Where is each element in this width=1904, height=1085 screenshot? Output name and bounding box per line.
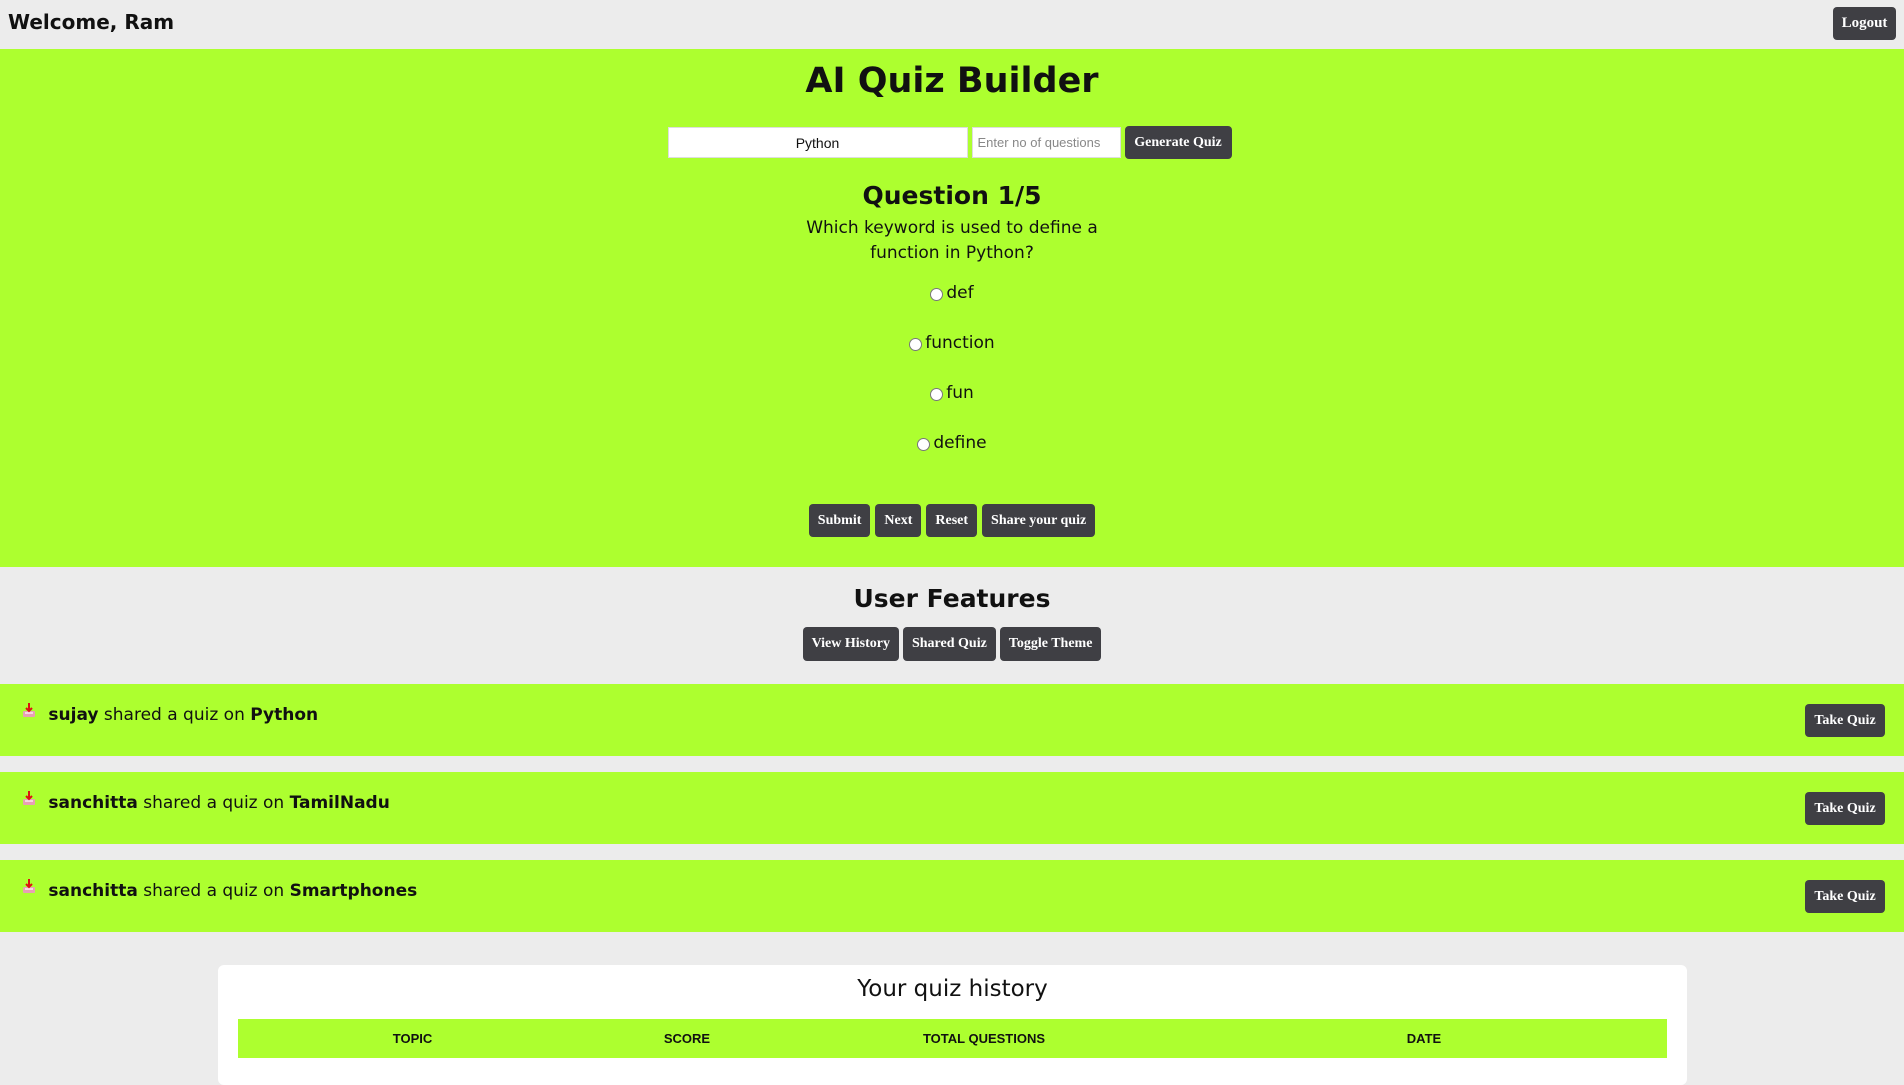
user-features: User Features View History Shared Quiz T… (0, 567, 1904, 684)
option-radio[interactable] (909, 338, 923, 351)
history-table: TOPIC SCORE TOTAL QUESTIONS DATE (238, 1019, 1667, 1058)
shared-user: sanchitta (48, 793, 138, 813)
shared-quiz-item: sanchitta shared a quiz on TamilNadu Tak… (0, 772, 1904, 844)
option-def[interactable]: def (0, 283, 1904, 333)
column-header-score: SCORE (587, 1019, 787, 1058)
shared-middle: shared a quiz on (143, 793, 285, 813)
option-radio[interactable] (917, 438, 931, 451)
shared-quiz-text: sujay shared a quiz on Python (23, 703, 319, 725)
shared-quiz-button[interactable]: Shared Quiz (902, 627, 996, 661)
shared-topic: TamilNadu (289, 793, 390, 813)
shared-topic: Smartphones (289, 881, 418, 901)
take-quiz-button[interactable]: Take Quiz (1805, 880, 1885, 913)
quiz-history-card: Your quiz history TOPIC SCORE TOTAL QUES… (218, 965, 1687, 1085)
shared-user: sujay (48, 705, 99, 725)
app-title: AI Quiz Builder (805, 61, 1099, 101)
shared-user: sanchitta (48, 881, 138, 901)
shared-topic: Python (250, 705, 319, 725)
topic-input[interactable] (667, 127, 968, 158)
option-define[interactable]: define (0, 433, 1904, 483)
shared-quiz-text: sanchitta shared a quiz on TamilNadu (23, 791, 390, 813)
option-label: fun (946, 383, 974, 403)
features-buttons: View History Shared Quiz Toggle Theme (0, 627, 1904, 661)
welcome-text: Welcome, Ram (8, 10, 175, 34)
features-title: User Features (853, 584, 1051, 613)
take-quiz-button[interactable]: Take Quiz (1805, 704, 1885, 737)
toggle-theme-button[interactable]: Toggle Theme (999, 627, 1102, 661)
inbox-tray-icon (23, 791, 35, 805)
quiz-panel: AI Quiz Builder Generate Quiz Question 1… (0, 49, 1904, 567)
option-function[interactable]: function (0, 333, 1904, 383)
share-quiz-button[interactable]: Share your quiz (982, 504, 1096, 537)
option-radio[interactable] (930, 288, 944, 301)
question-count-input[interactable] (971, 127, 1121, 158)
option-fun[interactable]: fun (0, 383, 1904, 433)
next-button[interactable]: Next (875, 504, 922, 537)
generate-row: Generate Quiz (0, 126, 1904, 159)
shared-middle: shared a quiz on (143, 881, 285, 901)
submit-button[interactable]: Submit (808, 504, 871, 537)
generate-quiz-button[interactable]: Generate Quiz (1124, 126, 1232, 159)
column-header-total-questions: TOTAL QUESTIONS (787, 1019, 1181, 1058)
question-text: Which keyword is used to define a functi… (806, 218, 1098, 263)
history-title: Your quiz history (857, 976, 1048, 1002)
option-radio[interactable] (930, 388, 944, 401)
option-label: define (933, 433, 987, 453)
question-heading: Question 1/5 (862, 181, 1042, 210)
quiz-actions: Submit Next Reset Share your quiz (0, 504, 1904, 537)
top-bar: Welcome, Ram Logout (0, 0, 1904, 49)
shared-middle: shared a quiz on (103, 705, 245, 725)
history-header-row: TOPIC SCORE TOTAL QUESTIONS DATE (238, 1019, 1667, 1058)
option-label: function (925, 333, 995, 353)
answer-options: def function fun define (0, 283, 1904, 483)
shared-quiz-item: sujay shared a quiz on Python Take Quiz (0, 684, 1904, 756)
shared-quiz-text: sanchitta shared a quiz on Smartphones (23, 879, 418, 901)
view-history-button[interactable]: View History (802, 627, 899, 661)
logout-button[interactable]: Logout (1833, 7, 1896, 40)
inbox-tray-icon (23, 879, 35, 893)
column-header-date: DATE (1181, 1019, 1667, 1058)
take-quiz-button[interactable]: Take Quiz (1805, 792, 1885, 825)
reset-button[interactable]: Reset (926, 504, 978, 537)
shared-quiz-item: sanchitta shared a quiz on Smartphones T… (0, 860, 1904, 932)
column-header-topic: TOPIC (238, 1019, 587, 1058)
inbox-tray-icon (23, 703, 35, 717)
option-label: def (946, 283, 974, 303)
